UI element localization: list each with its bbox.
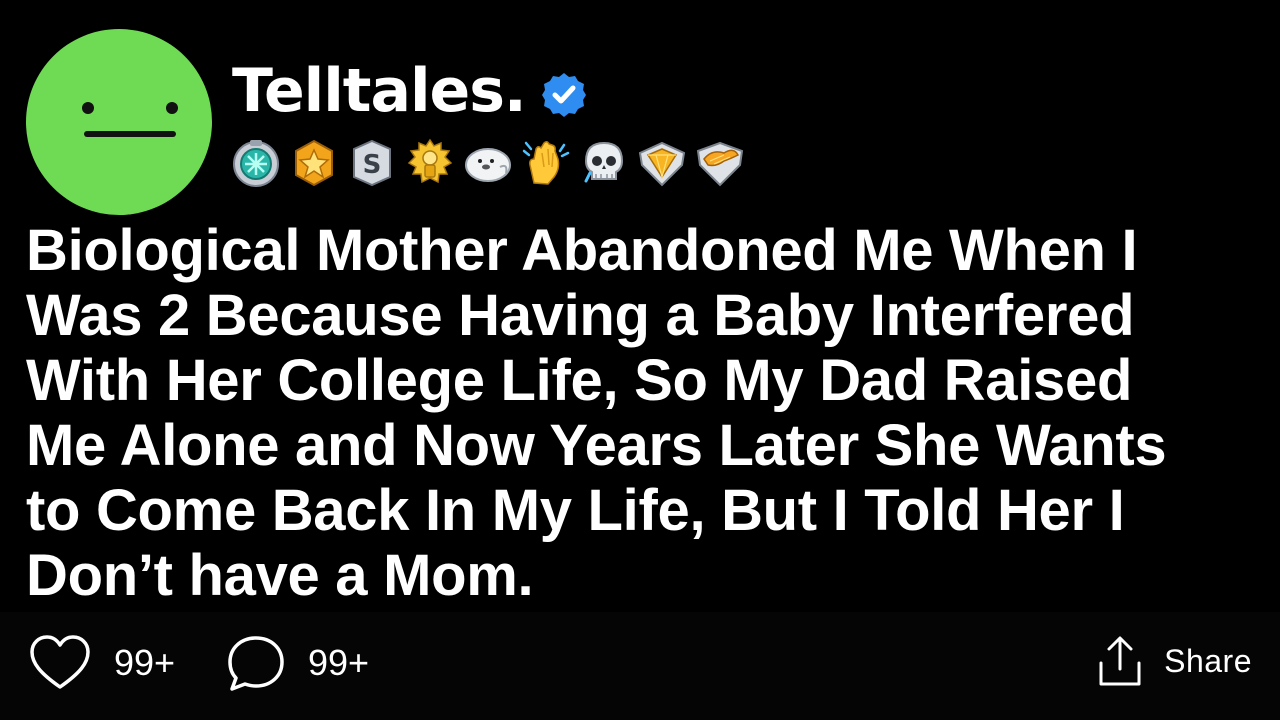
like-button[interactable]: 99+ (28, 630, 175, 696)
svg-text:S: S (363, 150, 382, 180)
comment-count: 99+ (308, 642, 370, 683)
post-title[interactable]: Biological Mother Abandoned Me When I Wa… (26, 218, 1276, 608)
seal-badge-icon[interactable] (462, 137, 514, 189)
share-button[interactable]: Share (1096, 624, 1252, 698)
avatar[interactable] (26, 29, 212, 215)
verified-icon (541, 73, 586, 117)
share-icon (1099, 636, 1141, 686)
like-count: 99+ (114, 642, 176, 683)
badge-row: S (230, 134, 746, 192)
comment-button[interactable]: 99+ (226, 630, 369, 696)
comment-icon (228, 636, 284, 691)
gold-trophy-badge-icon[interactable] (404, 137, 456, 189)
post-card: Telltales. S Biological Mother Abandoned… (0, 0, 1280, 720)
neutral-face-icon (82, 102, 178, 137)
author-name[interactable]: Telltales. (232, 61, 527, 121)
clapping-hands-badge-icon[interactable] (520, 137, 572, 189)
skull-badge-icon[interactable] (578, 137, 630, 189)
author-row: Telltales. (232, 46, 588, 136)
share-label: Share (1164, 642, 1252, 679)
gold-star-badge-icon[interactable] (288, 137, 340, 189)
gold-wings-badge-icon[interactable] (694, 137, 746, 189)
action-bar: 99+ 99+ Share (0, 612, 1280, 720)
heart-icon (30, 635, 90, 689)
diamond-gear-badge-icon[interactable] (230, 137, 282, 189)
gold-gem-badge-icon[interactable] (636, 137, 688, 189)
silver-s-badge-icon[interactable]: S (346, 137, 398, 189)
